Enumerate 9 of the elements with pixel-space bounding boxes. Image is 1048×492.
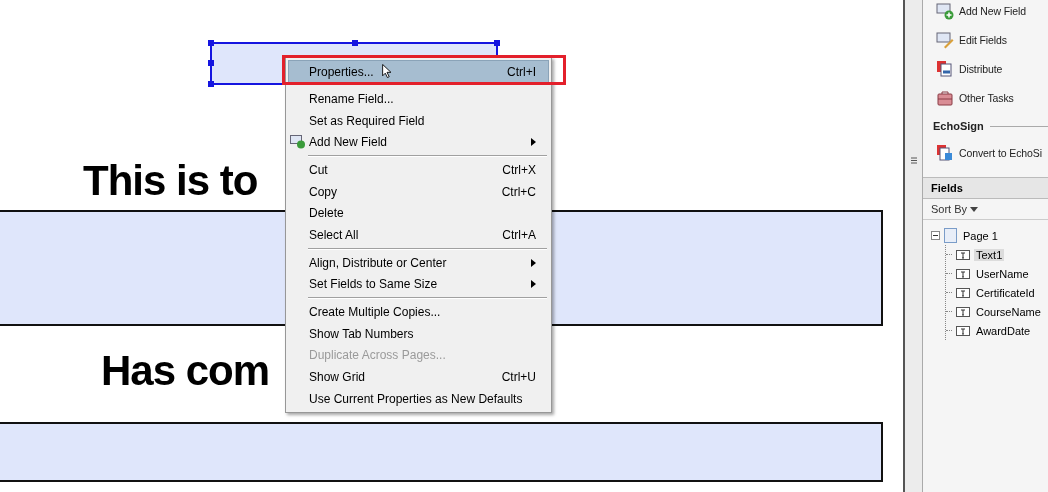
task-label: Edit Fields xyxy=(959,33,1007,46)
heading-text: Has com xyxy=(101,350,270,392)
heading-text: This is to xyxy=(83,160,258,202)
section-title: EchoSign xyxy=(933,120,984,132)
task-label: Convert to EchoSi xyxy=(959,146,1042,159)
panel-header: Fields xyxy=(923,177,1048,199)
task-label: Distribute xyxy=(959,62,1003,75)
task-label: Other Tasks xyxy=(959,91,1014,104)
task-label: Add New Field xyxy=(959,4,1026,17)
